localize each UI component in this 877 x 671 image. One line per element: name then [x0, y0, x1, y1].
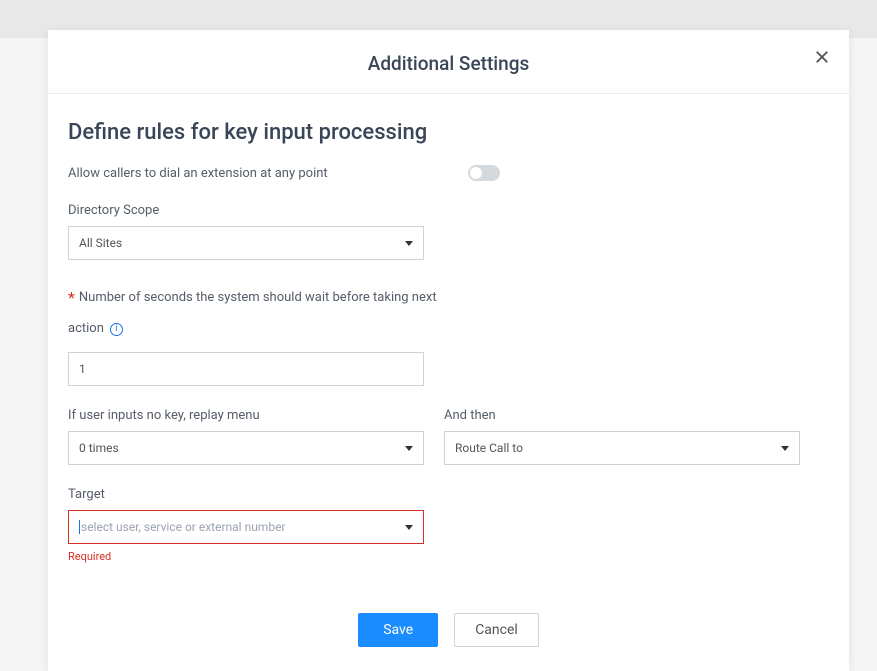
- modal-header: Additional Settings: [48, 30, 849, 94]
- cancel-button[interactable]: Cancel: [454, 613, 539, 647]
- section-title: Define rules for key input processing: [68, 120, 829, 145]
- target-placeholder: select user, service or external number: [79, 520, 286, 534]
- allow-callers-row: Allow callers to dial an extension at an…: [68, 165, 829, 181]
- wait-seconds-label-row: * Number of seconds the system should wa…: [68, 282, 448, 342]
- and-then-group: And then Route Call to: [444, 408, 800, 465]
- directory-scope-group: Directory Scope All Sites: [68, 203, 829, 260]
- chevron-down-icon: [405, 525, 413, 530]
- cancel-button-label: Cancel: [475, 622, 518, 638]
- directory-scope-label: Directory Scope: [68, 203, 829, 218]
- replay-menu-label: If user inputs no key, replay menu: [68, 408, 424, 423]
- wait-seconds-label-2: action: [68, 316, 104, 342]
- modal-title: Additional Settings: [68, 52, 829, 75]
- target-select[interactable]: select user, service or external number: [68, 510, 424, 544]
- save-button[interactable]: Save: [358, 613, 438, 647]
- toggle-knob: [470, 167, 482, 179]
- target-label: Target: [68, 487, 829, 502]
- additional-settings-modal: Additional Settings Define rules for key…: [48, 30, 849, 671]
- save-button-label: Save: [383, 622, 413, 638]
- replay-menu-value: 0 times: [79, 441, 119, 455]
- directory-scope-value: All Sites: [79, 236, 122, 250]
- directory-scope-select[interactable]: All Sites: [68, 226, 424, 260]
- and-then-value: Route Call to: [455, 441, 523, 455]
- close-icon[interactable]: [813, 48, 831, 70]
- modal-body: Define rules for key input processing Al…: [48, 94, 849, 595]
- target-group: Target select user, service or external …: [68, 487, 829, 563]
- chevron-down-icon: [405, 446, 413, 451]
- replay-menu-group: If user inputs no key, replay menu 0 tim…: [68, 408, 424, 465]
- replay-menu-select[interactable]: 0 times: [68, 431, 424, 465]
- and-then-label: And then: [444, 408, 800, 423]
- allow-callers-label: Allow callers to dial an extension at an…: [68, 166, 328, 181]
- wait-seconds-value: 1: [79, 362, 86, 376]
- required-asterisk: *: [68, 282, 75, 314]
- chevron-down-icon: [781, 446, 789, 451]
- allow-callers-toggle[interactable]: [468, 165, 500, 181]
- and-then-select[interactable]: Route Call to: [444, 431, 800, 465]
- replay-andthen-row: If user inputs no key, replay menu 0 tim…: [68, 408, 829, 465]
- wait-seconds-group: * Number of seconds the system should wa…: [68, 282, 829, 386]
- info-icon[interactable]: i: [110, 323, 123, 336]
- chevron-down-icon: [405, 241, 413, 246]
- wait-seconds-input[interactable]: 1: [68, 352, 424, 386]
- wait-seconds-label-1: Number of seconds the system should wait…: [79, 285, 437, 311]
- modal-footer: Save Cancel: [48, 595, 849, 671]
- target-error-text: Required: [68, 550, 829, 563]
